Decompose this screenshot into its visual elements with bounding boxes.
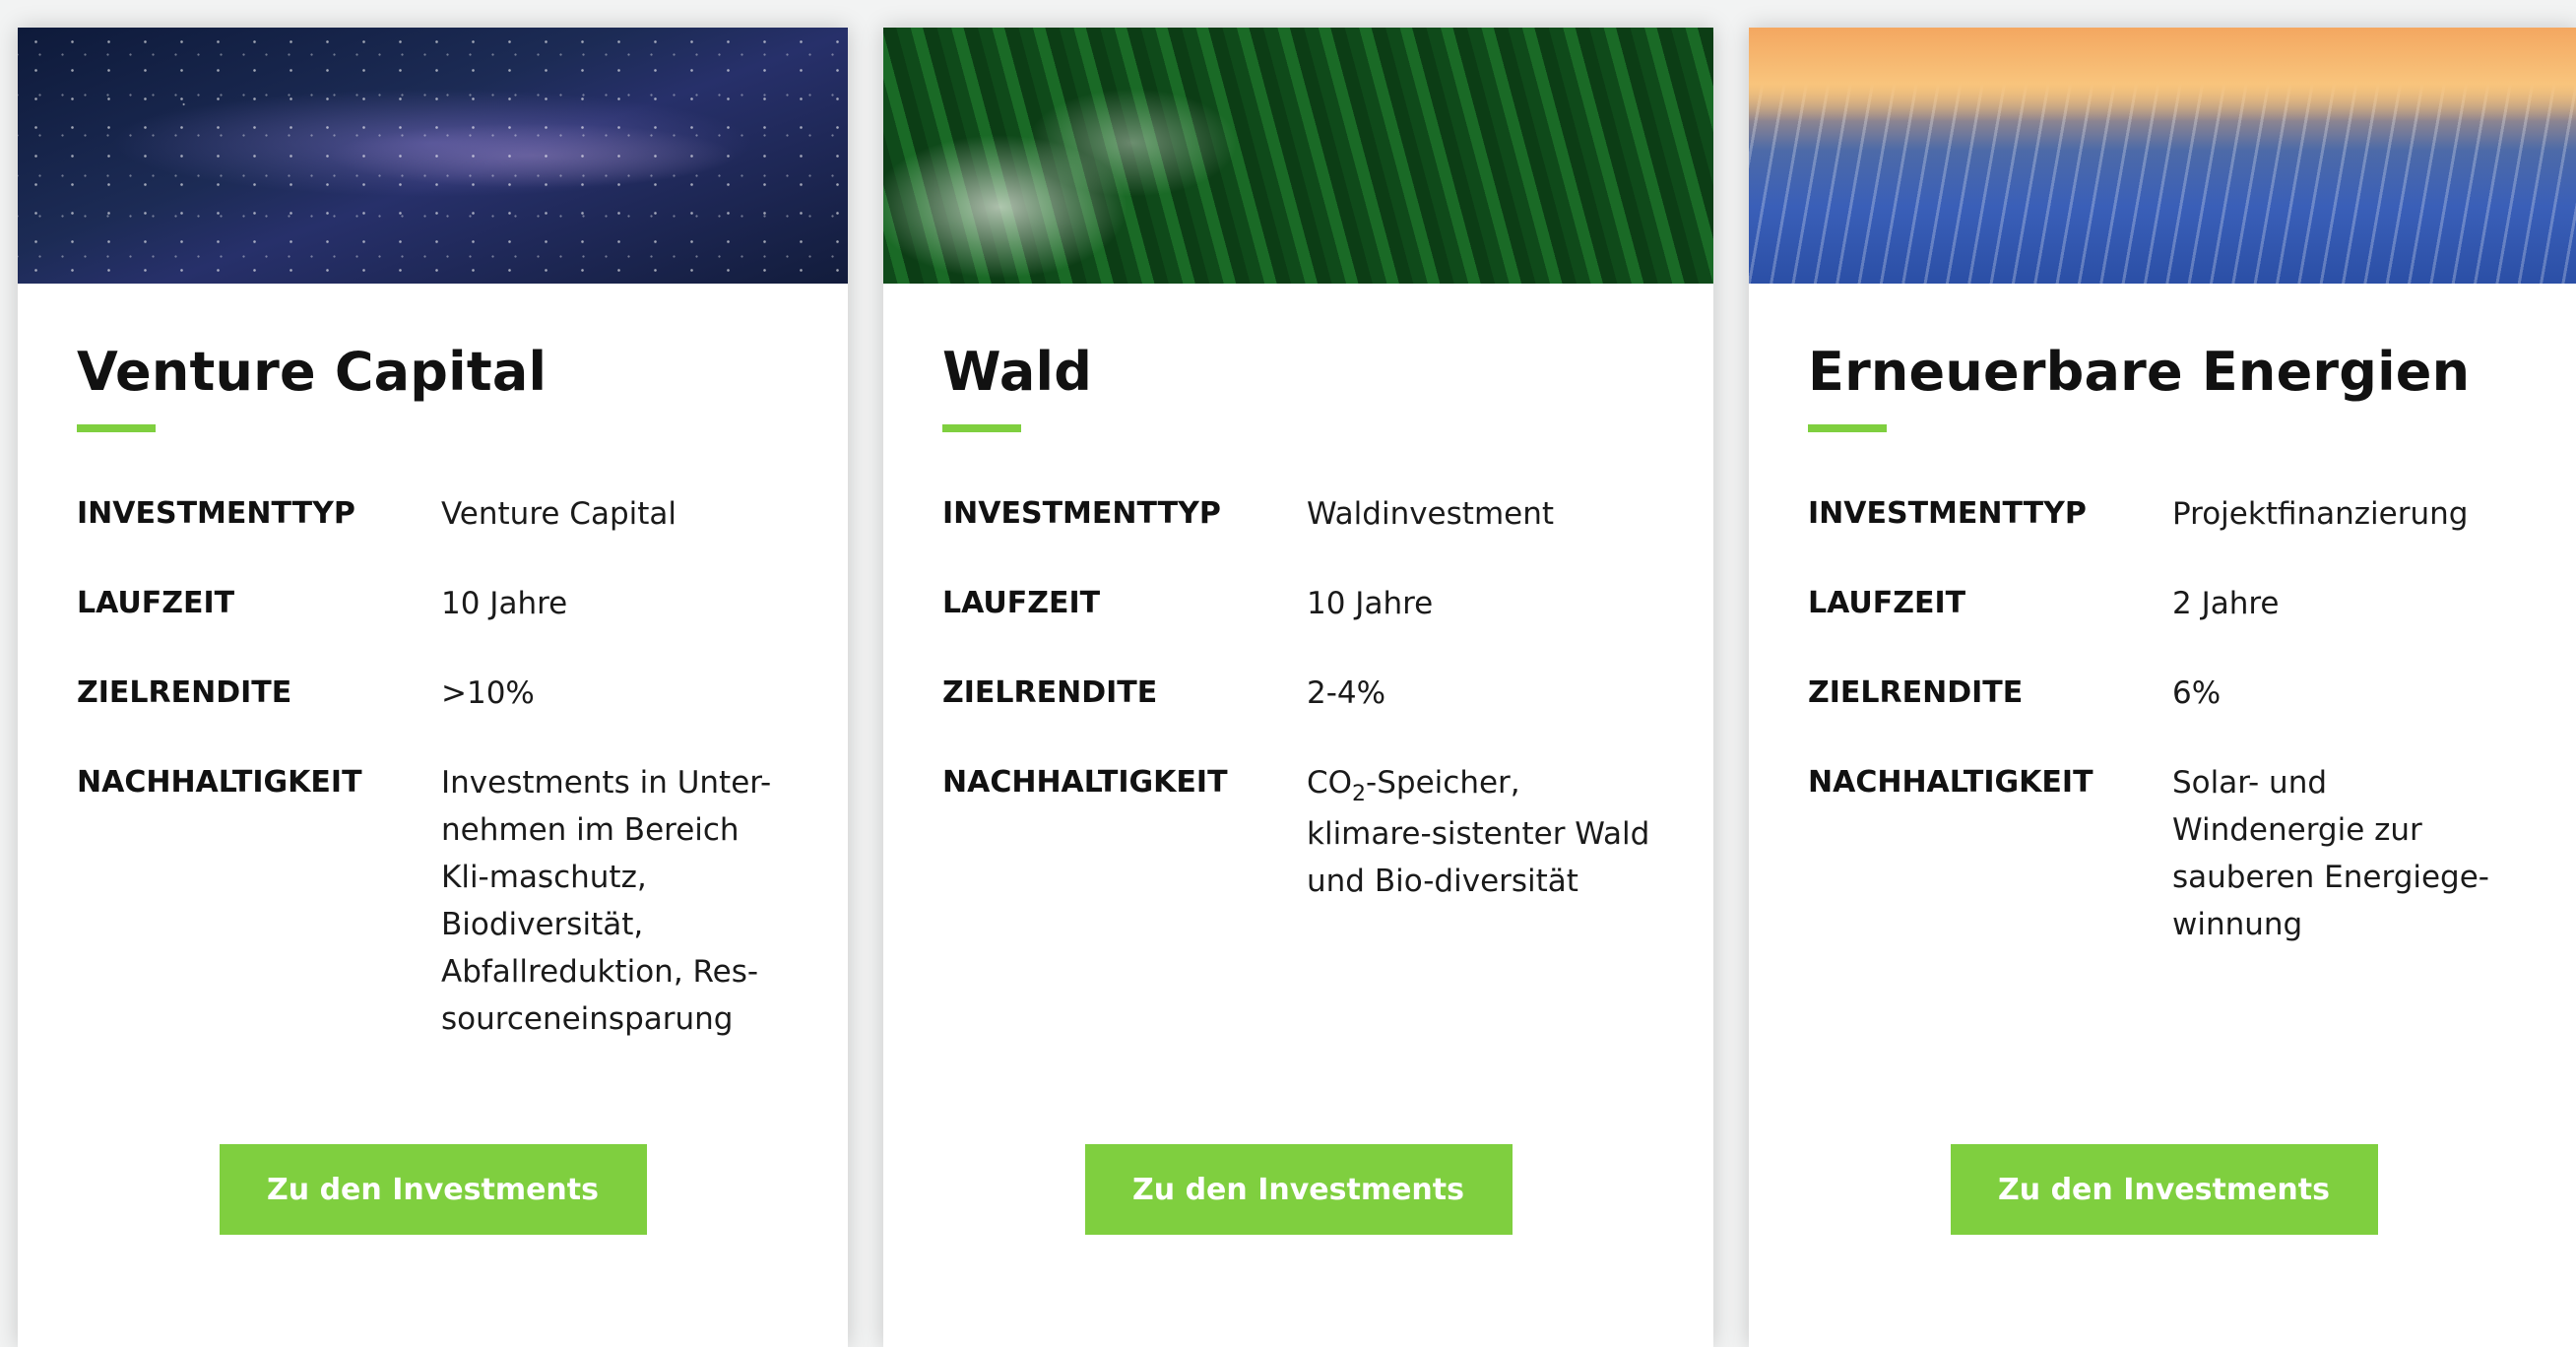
investments-button[interactable]: Zu den Investments — [1950, 1144, 2378, 1235]
card-title: Erneuerbare Energien — [1808, 341, 2471, 403]
title-accent-bar — [942, 424, 1021, 432]
attr-label: ZIELRENDITE — [77, 675, 292, 710]
attr-label: NACHHALTIGKEIT — [1808, 765, 2093, 800]
attr-label: ZIELRENDITE — [1808, 675, 2024, 710]
co2-subscript: 2 — [1352, 782, 1367, 806]
card-image-solar-park — [1749, 28, 2576, 284]
attr-row-term: LAUFZEIT 10 Jahre — [942, 586, 1654, 627]
attr-label: LAUFZEIT — [942, 586, 1101, 620]
card-wald: Wald INVESTMENTTYP Waldinvestment LAUFZE… — [883, 28, 1713, 1347]
card-venture-capital: Venture Capital INVESTMENTTYP Venture Ca… — [18, 28, 848, 1347]
attr-value: 2-4% — [1307, 675, 1386, 711]
attr-value: Projektfinanzierung — [2172, 496, 2469, 532]
attr-label: ZIELRENDITE — [942, 675, 1158, 710]
attr-row-term: LAUFZEIT 2 Jahre — [1808, 586, 2520, 627]
attr-label: LAUFZEIT — [1808, 586, 1966, 620]
investments-button[interactable]: Zu den Investments — [219, 1144, 647, 1235]
card-erneuerbare-energien: Erneuerbare Energien INVESTMENTTYP Proje… — [1749, 28, 2576, 1347]
attr-value: Waldinvestment — [1307, 496, 1555, 532]
attr-row-type: INVESTMENTTYP Projektfinanzierung — [1808, 496, 2520, 538]
card-body: Wald INVESTMENTTYP Waldinvestment LAUFZE… — [883, 338, 1713, 905]
attr-value: Solar- und Windenergie zur sauberen Ener… — [2172, 765, 2489, 942]
card-attributes: INVESTMENTTYP Projektfinanzierung LAUFZE… — [1808, 496, 2520, 948]
attr-label: INVESTMENTTYP — [77, 496, 355, 531]
attr-label: NACHHALTIGKEIT — [942, 765, 1228, 800]
card-body: Venture Capital INVESTMENTTYP Venture Ca… — [18, 338, 848, 1043]
attr-row-term: LAUFZEIT 10 Jahre — [77, 586, 789, 627]
attr-label: INVESTMENTTYP — [942, 496, 1221, 531]
attr-value: 6% — [2172, 675, 2222, 711]
attr-value: Venture Capital — [441, 496, 677, 532]
card-body: Erneuerbare Energien INVESTMENTTYP Proje… — [1749, 338, 2576, 948]
attr-value: Investments in Unter-nehmen im Bereich K… — [441, 765, 772, 1037]
attr-row-sustainability: NACHHALTIGKEIT Solar- und Windenergie zu… — [1808, 765, 2520, 948]
attr-row-type: INVESTMENTTYP Venture Capital — [77, 496, 789, 538]
card-image-forest — [883, 28, 1713, 284]
attr-value: >10% — [441, 675, 535, 711]
investment-cards: Venture Capital INVESTMENTTYP Venture Ca… — [18, 28, 2576, 1347]
attr-value: 10 Jahre — [441, 586, 568, 621]
investments-button[interactable]: Zu den Investments — [1084, 1144, 1513, 1235]
attr-value: 10 Jahre — [1307, 586, 1434, 621]
card-attributes: INVESTMENTTYP Venture Capital LAUFZEIT 1… — [77, 496, 789, 1043]
card-image-milky-way — [18, 28, 848, 284]
attr-value: CO2-Speicher, klimare-sistenter Wald und… — [1307, 759, 1654, 905]
card-attributes: INVESTMENTTYP Waldinvestment LAUFZEIT 10… — [942, 496, 1654, 905]
title-accent-bar — [1808, 424, 1887, 432]
co2-prefix: CO — [1307, 765, 1353, 801]
attr-row-sustainability: NACHHALTIGKEIT CO2-Speicher, klimare-sis… — [942, 765, 1654, 905]
attr-row-return: ZIELRENDITE 6% — [1808, 675, 2520, 717]
attr-row-return: ZIELRENDITE 2-4% — [942, 675, 1654, 717]
attr-label: INVESTMENTTYP — [1808, 496, 2087, 531]
title-accent-bar — [77, 424, 156, 432]
card-title: Venture Capital — [77, 341, 547, 403]
attr-row-sustainability: NACHHALTIGKEIT Investments in Unter-nehm… — [77, 765, 789, 1043]
card-title: Wald — [942, 341, 1093, 403]
attr-label: NACHHALTIGKEIT — [77, 765, 362, 800]
attr-label: LAUFZEIT — [77, 586, 235, 620]
attr-value: 2 Jahre — [2172, 586, 2280, 621]
attr-row-type: INVESTMENTTYP Waldinvestment — [942, 496, 1654, 538]
attr-row-return: ZIELRENDITE >10% — [77, 675, 789, 717]
